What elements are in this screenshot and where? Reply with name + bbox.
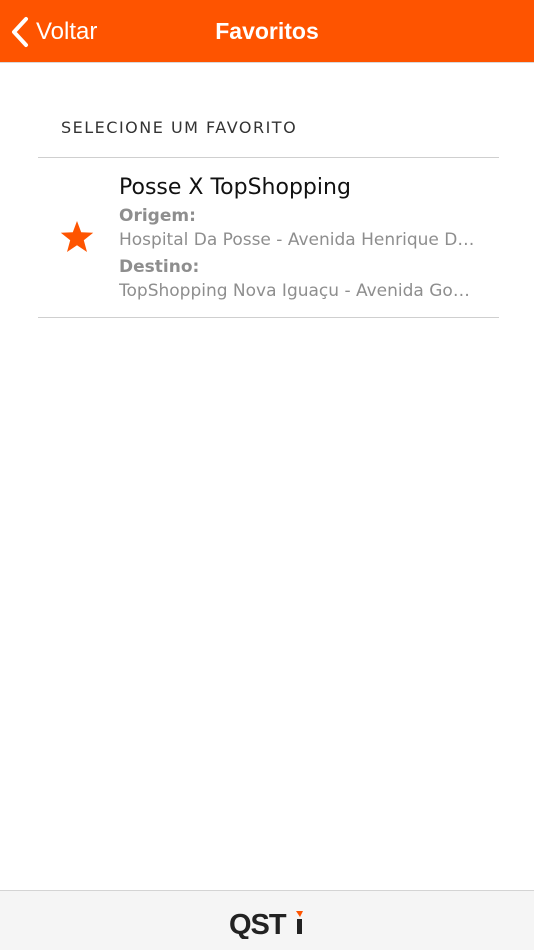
chevron-left-icon xyxy=(10,16,30,48)
back-label: Voltar xyxy=(36,17,98,45)
destination-value: TopShopping Nova Iguaçu - Avenida Govern… xyxy=(119,281,479,301)
top-app-bar: Voltar Favoritos xyxy=(0,0,534,63)
footer: QST xyxy=(0,890,534,950)
back-button[interactable]: Voltar xyxy=(10,0,97,63)
favorite-title: Posse X TopShopping xyxy=(119,175,351,200)
destination-label: Destino: xyxy=(119,257,200,277)
svg-text:QST: QST xyxy=(229,909,287,939)
divider xyxy=(38,317,499,318)
section-label: SELECIONE UM FAVORITO xyxy=(61,118,298,137)
star-icon xyxy=(60,220,94,254)
origin-value: Hospital Da Posse - Avenida Henrique Duq… xyxy=(119,230,479,250)
qsti-logo: QST xyxy=(229,907,309,941)
origin-label: Origem: xyxy=(119,206,196,226)
favorite-list-item[interactable]: Posse X TopShopping Origem: Hospital Da … xyxy=(38,158,499,317)
